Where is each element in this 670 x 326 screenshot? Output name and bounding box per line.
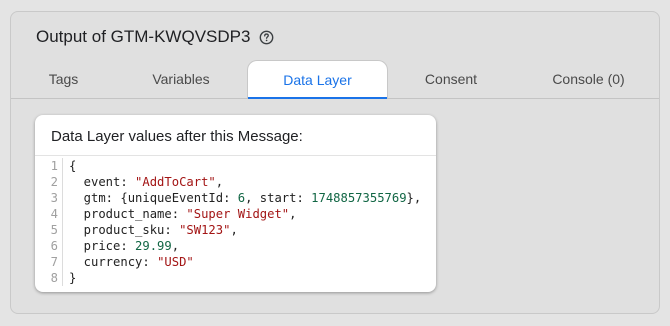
panel-header: Output of GTM-KWQVSDP3 bbox=[36, 27, 274, 47]
code-token: currency: bbox=[69, 255, 158, 269]
page-title: Output of GTM-KWQVSDP3 bbox=[36, 27, 251, 46]
code-line: 2 event: "AddToCart", bbox=[35, 174, 436, 190]
tab-consent[interactable]: Consent bbox=[406, 60, 496, 98]
line-number: 8 bbox=[35, 270, 63, 286]
code-token: , bbox=[171, 239, 180, 253]
data-layer-card: Data Layer values after this Message: 1{… bbox=[35, 115, 436, 292]
code-token: { bbox=[69, 159, 77, 173]
code-token: price: bbox=[69, 239, 136, 253]
code-line: 7 currency: "USD" bbox=[35, 254, 436, 270]
line-number: 1 bbox=[35, 158, 63, 174]
code-token: product_sku: bbox=[69, 223, 180, 237]
line-number: 3 bbox=[35, 190, 63, 206]
code-token: 29.99 bbox=[135, 239, 172, 253]
code-token: "USD" bbox=[157, 255, 194, 269]
tab-tags[interactable]: Tags bbox=[21, 60, 106, 98]
code-block[interactable]: 1{2 event: "AddToCart", 3 gtm: {uniqueEve… bbox=[35, 158, 436, 286]
tab-label: Console (0) bbox=[552, 71, 625, 87]
code-token: event: bbox=[69, 175, 136, 189]
code-token: "Super Widget" bbox=[186, 207, 290, 221]
code-token: , bbox=[230, 223, 238, 237]
card-title: Data Layer values after this Message: bbox=[51, 128, 303, 145]
tab-label: Consent bbox=[424, 71, 478, 87]
code-line: 5 product_sku: "SW123", bbox=[35, 222, 436, 238]
divider bbox=[35, 155, 436, 156]
line-number: 4 bbox=[35, 206, 63, 222]
code-token: , bbox=[215, 175, 224, 189]
code-token: product_name: bbox=[69, 207, 187, 221]
tab-bar: Tags Variables Data Layer Consent Consol… bbox=[11, 60, 659, 99]
line-number: 2 bbox=[35, 174, 63, 190]
code-line: 1{ bbox=[35, 158, 436, 174]
tab-variables[interactable]: Variables bbox=[136, 60, 226, 98]
line-number: 5 bbox=[35, 222, 63, 238]
code-token: , bbox=[289, 207, 297, 221]
code-line: 3 gtm: {uniqueEventId: 6, start: 1748857… bbox=[35, 190, 436, 206]
line-number: 7 bbox=[35, 254, 63, 270]
code-line: 8} bbox=[35, 270, 436, 286]
code-token: gtm: {uniqueEventId: bbox=[69, 191, 238, 205]
tab-label: Tags bbox=[48, 71, 79, 87]
help-circle-icon[interactable] bbox=[259, 30, 274, 45]
code-token: "AddToCart" bbox=[135, 175, 216, 189]
code-line: 6 price: 29.99, bbox=[35, 238, 436, 254]
line-number: 6 bbox=[35, 238, 63, 254]
code-token: "SW123" bbox=[179, 223, 231, 237]
code-token: 1748857355769 bbox=[311, 191, 407, 205]
tab-console[interactable]: Console (0) bbox=[541, 60, 636, 98]
tab-label: Variables bbox=[152, 71, 210, 87]
code-token: }, bbox=[406, 191, 422, 205]
output-panel: Output of GTM-KWQVSDP3 Tags Variables Da… bbox=[10, 11, 660, 314]
code-line: 4 product_name: "Super Widget", bbox=[35, 206, 436, 222]
code-token: } bbox=[69, 271, 77, 285]
code-token: 6 bbox=[237, 191, 246, 205]
tab-label: Data Layer bbox=[283, 71, 352, 88]
tab-data-layer[interactable]: Data Layer bbox=[247, 60, 388, 99]
code-token: , start: bbox=[245, 191, 312, 205]
